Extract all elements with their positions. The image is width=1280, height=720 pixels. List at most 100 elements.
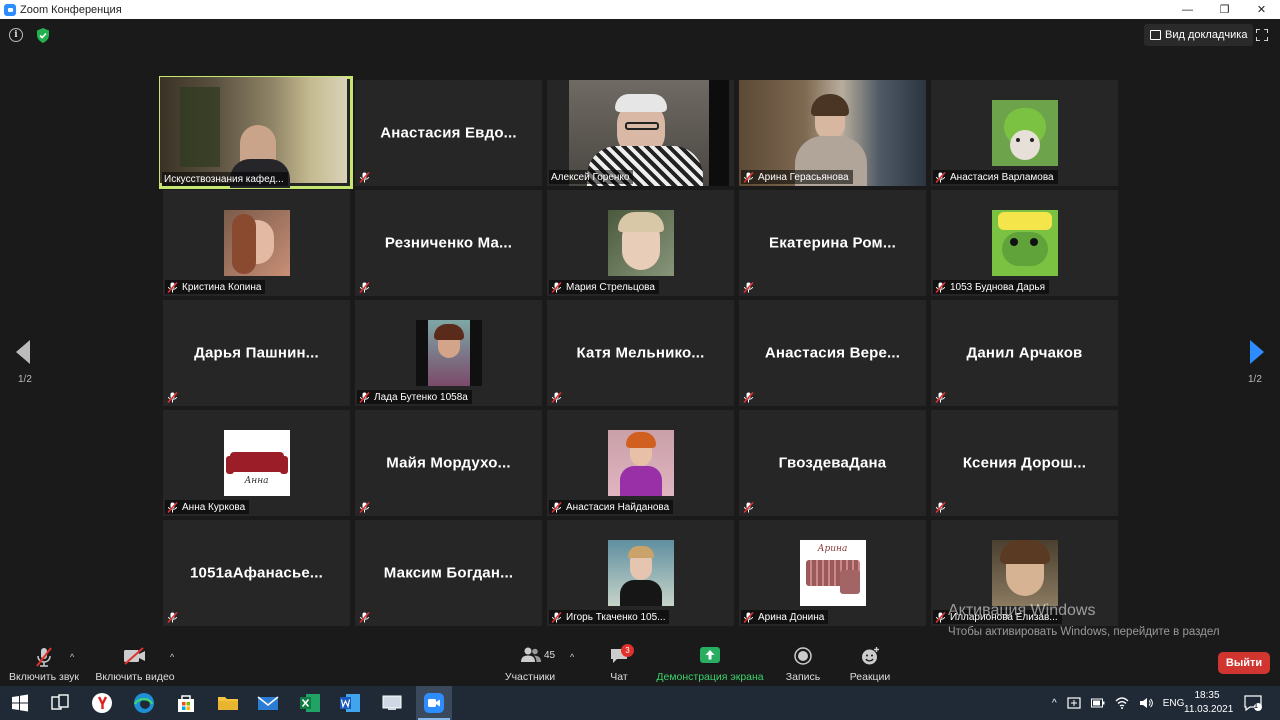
leave-meeting-button[interactable]: Выйти xyxy=(1218,652,1270,674)
yandex-browser-icon[interactable] xyxy=(90,691,114,715)
participants-button[interactable]: 45 Участники xyxy=(500,638,560,686)
participant-tile[interactable]: Дарья Пашнин... xyxy=(163,300,350,406)
participant-label xyxy=(357,280,378,294)
muted-microphone-icon xyxy=(743,611,754,623)
participant-tile[interactable]: Максим Богдан... xyxy=(355,520,542,626)
windows-taskbar: ^ ENG 18:35 11.03.2021 1 xyxy=(0,686,1280,720)
participant-tile[interactable]: Анастасия Найданова xyxy=(547,410,734,516)
audio-options-caret[interactable]: ^ xyxy=(70,652,74,662)
participant-tile[interactable]: Данил Арчаков xyxy=(931,300,1118,406)
speaker-view-button[interactable]: Вид докладчика xyxy=(1144,24,1254,46)
participant-tile[interactable]: Кристина Копина xyxy=(163,190,350,296)
participant-avatar xyxy=(991,210,1058,276)
unmute-label: Включить звук xyxy=(8,671,80,683)
participant-label: Искусствознания кафед... xyxy=(162,172,288,186)
taskbar-clock[interactable]: 18:35 11.03.2021 xyxy=(1184,689,1233,717)
wifi-icon[interactable] xyxy=(1115,697,1129,709)
system-tray: ^ ENG xyxy=(1052,686,1184,720)
participant-tile[interactable]: Анастасия Вере... xyxy=(739,300,926,406)
participant-name: Дарья Пашнин... xyxy=(194,344,319,362)
muted-microphone-icon xyxy=(935,281,946,293)
participant-tile[interactable]: Резниченко Ма... xyxy=(355,190,542,296)
page-indicator-left: 1/2 xyxy=(18,374,32,385)
participant-tile[interactable]: Майя Мордухо... xyxy=(355,410,542,516)
muted-microphone-icon xyxy=(935,171,946,183)
participant-tile[interactable]: Анастасия Варламова xyxy=(931,80,1118,186)
zoom-app-icon xyxy=(4,3,16,16)
participant-tile[interactable]: 1051аАфанасье... xyxy=(163,520,350,626)
language-indicator[interactable]: ENG xyxy=(1163,698,1185,709)
windows-start-icon[interactable] xyxy=(8,691,32,715)
participant-label: Арина Герасьянова xyxy=(741,170,853,184)
previous-page-arrow-icon[interactable] xyxy=(16,340,30,364)
participant-tile[interactable]: Искусствознания кафед... xyxy=(159,76,353,189)
muted-microphone-icon xyxy=(359,281,370,293)
next-page-arrow-icon[interactable] xyxy=(1250,340,1264,364)
muted-microphone-icon xyxy=(551,501,562,513)
chat-button[interactable]: 3 Чат xyxy=(600,638,638,686)
participant-name: Анастасия Евдо... xyxy=(380,124,517,142)
participant-tile[interactable]: Мария Стрельцова xyxy=(547,190,734,296)
security-shield-icon[interactable] xyxy=(36,28,50,43)
start-video-button[interactable]: Включить видео xyxy=(92,638,178,686)
participant-avatar xyxy=(607,210,674,276)
battery-icon[interactable] xyxy=(1090,698,1105,708)
tray-app-icon[interactable] xyxy=(1067,697,1081,709)
notifications-icon[interactable] xyxy=(1244,695,1262,711)
participant-tile[interactable]: Лада Бутенко 1058а xyxy=(355,300,542,406)
muted-microphone-icon xyxy=(359,171,370,183)
participant-label-text: Кристина Копина xyxy=(182,281,262,293)
participant-tile[interactable]: Ксения Дорош... xyxy=(931,410,1118,516)
fullscreen-icon[interactable] xyxy=(1256,29,1268,41)
task-view-icon[interactable] xyxy=(48,691,72,715)
participant-tile[interactable]: Екатерина Ром... xyxy=(739,190,926,296)
participant-tile[interactable]: ГвоздеваДана xyxy=(739,410,926,516)
store-icon[interactable] xyxy=(174,691,198,715)
share-screen-button[interactable]: Демонстрация экрана xyxy=(652,638,768,686)
muted-microphone-icon xyxy=(359,611,370,623)
participant-avatar xyxy=(607,540,674,606)
participant-label: Мария Стрельцова xyxy=(549,280,659,294)
participants-options-caret[interactable]: ^ xyxy=(570,652,574,662)
participant-tile[interactable]: 1053 Буднова Дарья xyxy=(931,190,1118,296)
record-button[interactable]: Запись xyxy=(780,638,826,686)
reactions-button[interactable]: Реакции xyxy=(844,638,896,686)
unmute-button[interactable]: Включить звук xyxy=(4,638,84,686)
participant-avatar xyxy=(991,540,1058,606)
muted-microphone-icon xyxy=(551,611,562,623)
file-explorer-icon[interactable] xyxy=(216,691,240,715)
video-options-caret[interactable]: ^ xyxy=(170,652,174,662)
maximize-button[interactable]: ❐ xyxy=(1206,0,1243,19)
minimize-button[interactable]: — xyxy=(1169,0,1206,19)
participant-tile[interactable]: Анна Анна Куркова xyxy=(163,410,350,516)
excel-icon[interactable] xyxy=(298,691,322,715)
edge-browser-icon[interactable] xyxy=(132,691,156,715)
activation-watermark-title: Активация Windows xyxy=(948,602,1096,619)
volume-icon[interactable] xyxy=(1139,697,1153,709)
participant-tile[interactable]: Игорь Ткаченко 105... xyxy=(547,520,734,626)
camera-video xyxy=(160,77,347,188)
word-icon[interactable] xyxy=(338,691,362,715)
participant-tile[interactable]: Анастасия Евдо... xyxy=(355,80,542,186)
tray-expand-caret[interactable]: ^ xyxy=(1052,698,1057,709)
meeting-info-icon[interactable]: i xyxy=(9,28,23,42)
participant-tile[interactable]: Алексей Горенко xyxy=(547,80,734,186)
muted-microphone-icon xyxy=(551,391,562,403)
muted-microphone-icon xyxy=(743,391,754,403)
remote-desktop-icon[interactable] xyxy=(380,691,404,715)
participant-label-text: Анастасия Найданова xyxy=(566,501,670,513)
participant-label: Алексей Горенко xyxy=(549,170,634,184)
close-button[interactable]: ✕ xyxy=(1243,0,1280,19)
participant-label-text: Анна Куркова xyxy=(182,501,246,513)
mail-icon[interactable] xyxy=(256,691,280,715)
participant-label: Анна Куркова xyxy=(165,500,250,514)
participant-tile[interactable]: Катя Мельнико... xyxy=(547,300,734,406)
participant-name: ГвоздеваДана xyxy=(778,454,887,472)
participant-label-text: Анастасия Варламова xyxy=(950,171,1054,183)
participant-tile[interactable]: Арина Арина Донина xyxy=(739,520,926,626)
participant-name: Катя Мельнико... xyxy=(576,344,705,362)
zoom-taskbar-button[interactable] xyxy=(416,686,452,720)
participant-tile[interactable]: Арина Герасьянова xyxy=(739,80,926,186)
participant-label: 1053 Буднова Дарья xyxy=(933,280,1050,294)
participant-name: Ксения Дорош... xyxy=(962,454,1087,472)
